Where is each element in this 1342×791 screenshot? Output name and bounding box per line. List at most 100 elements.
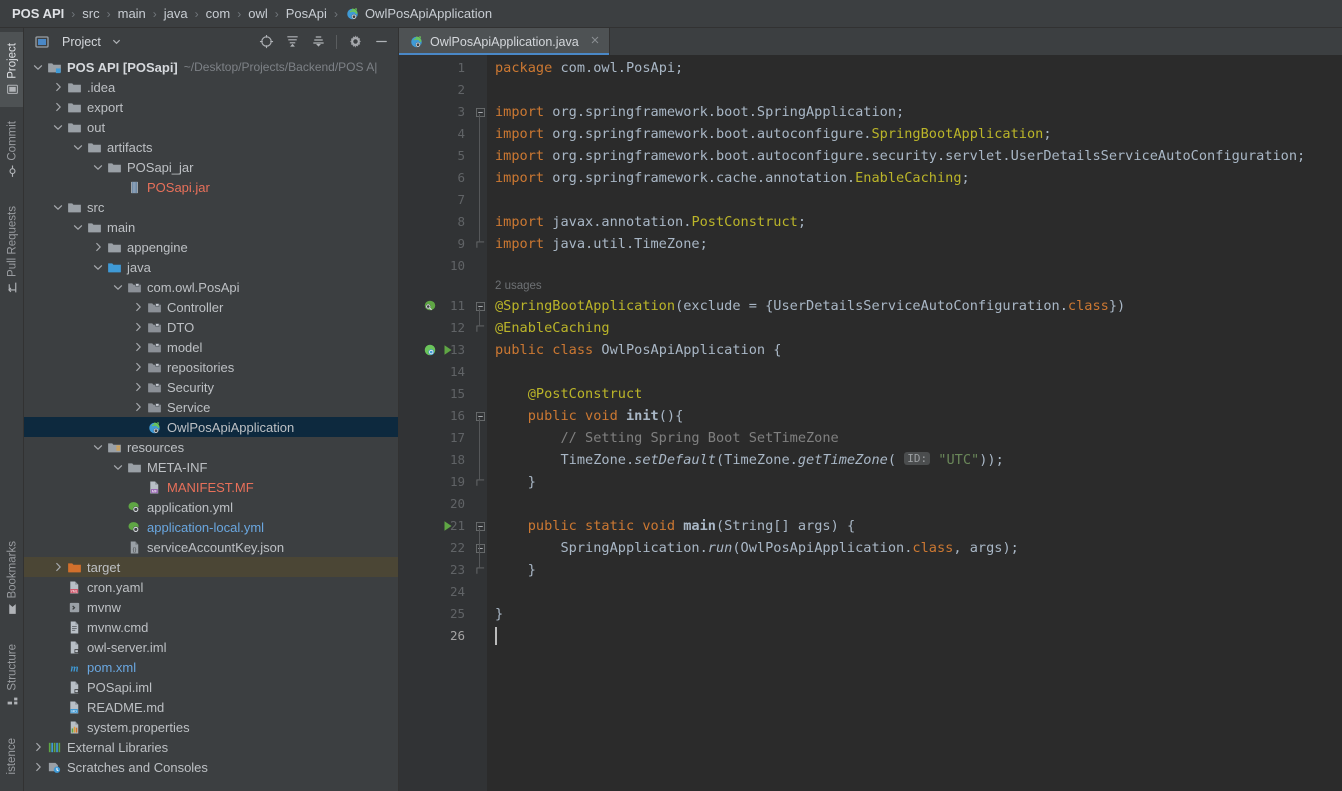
fold-end-marker[interactable] xyxy=(475,471,485,493)
tool-window-button-project[interactable]: Project xyxy=(0,32,23,107)
chevron-down-icon[interactable] xyxy=(112,35,121,49)
fold-gutter[interactable] xyxy=(473,55,487,791)
tree-node-meta-inf[interactable]: META-INF xyxy=(24,457,398,477)
tree-node-com-owl-posapi[interactable]: com.owl.PosApi xyxy=(24,277,398,297)
code-line[interactable]: package com.owl.PosApi; xyxy=(495,57,683,79)
chevron-right-icon[interactable] xyxy=(132,402,143,413)
tree-node-application-yml[interactable]: application.yml xyxy=(24,497,398,517)
chevron-right-icon[interactable] xyxy=(32,742,43,753)
editor-gutter[interactable]: 1 2 3 4 5 6 7 8 9 10 11 12 13 14 15 16 17 18 19 20 21 22 23 24 2… xyxy=(399,55,473,791)
select-opened-file-icon[interactable] xyxy=(258,34,274,50)
breadcrumb-item-src[interactable]: src xyxy=(82,6,99,21)
fold-start-marker[interactable] xyxy=(475,515,485,537)
code-line[interactable]: // Setting Spring Boot SetTimeZone xyxy=(495,427,838,449)
breadcrumb-item-main[interactable]: main xyxy=(118,6,146,21)
code-line[interactable]: @SpringBootApplication(exclude = {UserDe… xyxy=(495,295,1125,317)
chevron-down-icon[interactable] xyxy=(52,122,63,133)
breadcrumb-item-owlposapiapplication[interactable]: OwlPosApiApplication xyxy=(345,6,492,21)
tree-node-target[interactable]: target xyxy=(24,557,398,577)
tree-node-cron-yaml[interactable]: YML cron.yaml xyxy=(24,577,398,597)
tree-node-readme-md[interactable]: MD README.md xyxy=(24,697,398,717)
fold-start-marker[interactable] xyxy=(475,101,485,123)
expand-all-icon[interactable] xyxy=(284,34,300,50)
code-line[interactable]: import org.springframework.boot.SpringAp… xyxy=(495,101,904,123)
chevron-right-icon[interactable] xyxy=(132,342,143,353)
chevron-down-icon[interactable] xyxy=(92,162,103,173)
chevron-down-icon[interactable] xyxy=(32,62,43,73)
chevron-right-icon[interactable] xyxy=(52,562,63,573)
tree-node-pom-xml[interactable]: m pom.xml xyxy=(24,657,398,677)
code-line[interactable]: public class OwlPosApiApplication { xyxy=(495,339,781,361)
fold-start-marker[interactable] xyxy=(475,537,485,559)
code-line[interactable]: SpringApplication.run(OwlPosApiApplicati… xyxy=(495,537,1018,559)
tree-node-scratches-and-consoles[interactable]: Scratches and Consoles xyxy=(24,757,398,777)
minimize-icon[interactable] xyxy=(373,34,389,50)
tree-node-service[interactable]: Service xyxy=(24,397,398,417)
breadcrumb-item-java[interactable]: java xyxy=(164,6,188,21)
fold-start-marker[interactable] xyxy=(475,405,485,427)
tree-node-dto[interactable]: DTO xyxy=(24,317,398,337)
code-line[interactable]: import org.springframework.boot.autoconf… xyxy=(495,145,1305,167)
tree-node-model[interactable]: model xyxy=(24,337,398,357)
chevron-right-icon[interactable] xyxy=(132,322,143,333)
tree-node-owl-server-iml[interactable]: owl-server.iml xyxy=(24,637,398,657)
tree-node-repositories[interactable]: repositories xyxy=(24,357,398,377)
tool-window-button-commit[interactable]: Commit xyxy=(0,115,23,183)
inlay-hint-usages[interactable]: 2 usages xyxy=(495,278,542,294)
breadcrumb-item-posapi[interactable]: PosApi xyxy=(286,6,327,21)
chevron-down-icon[interactable] xyxy=(112,462,123,473)
code-line[interactable]: import org.springframework.cache.annotat… xyxy=(495,167,970,189)
tree-node-artifacts[interactable]: artifacts xyxy=(24,137,398,157)
tree-node-system-properties[interactable]: system.properties xyxy=(24,717,398,737)
run-gutter-icon[interactable] xyxy=(441,519,453,533)
breadcrumb-item-pos-api[interactable]: POS API xyxy=(12,6,64,21)
chevron-right-icon[interactable] xyxy=(132,382,143,393)
code-line[interactable]: TimeZone.setDefault(TimeZone.getTimeZone… xyxy=(495,449,1004,471)
tool-window-button-structure[interactable]: Structure xyxy=(0,631,23,720)
breadcrumb-item-com[interactable]: com xyxy=(206,6,231,21)
tool-window-button-pull-requests[interactable]: Pull Requests xyxy=(0,191,23,308)
tree-node-src[interactable]: src xyxy=(24,197,398,217)
chevron-down-icon[interactable] xyxy=(92,262,103,273)
chevron-down-icon[interactable] xyxy=(72,222,83,233)
run-gutter-icon[interactable] xyxy=(441,343,453,357)
tree-node--idea[interactable]: .idea xyxy=(24,77,398,97)
tree-node-pos-api-posapi-[interactable]: POS API [POSapi] ~/Desktop/Projects/Backe… xyxy=(24,57,398,77)
tree-node-controller[interactable]: Controller xyxy=(24,297,398,317)
chevron-down-icon[interactable] xyxy=(72,142,83,153)
tree-node-external-libraries[interactable]: External Libraries xyxy=(24,737,398,757)
fold-start-marker[interactable] xyxy=(475,295,485,317)
collapse-all-icon[interactable] xyxy=(310,34,326,50)
fold-end-marker[interactable] xyxy=(475,317,485,339)
chevron-right-icon[interactable] xyxy=(132,362,143,373)
tree-node-serviceaccountkey-json[interactable]: {} serviceAccountKey.json xyxy=(24,537,398,557)
code-line[interactable]: public static void main(String[] args) { xyxy=(495,515,855,537)
chevron-right-icon[interactable] xyxy=(52,82,63,93)
tree-node-export[interactable]: export xyxy=(24,97,398,117)
code-editor[interactable]: 1 2 3 4 5 6 7 8 9 10 11 12 13 14 15 16 17 18 19 20 21 22 23 24 2… xyxy=(399,55,1342,791)
code-line[interactable]: } xyxy=(495,471,536,493)
tree-node-mvnw-cmd[interactable]: mvnw.cmd xyxy=(24,617,398,637)
code-line[interactable]: import java.util.TimeZone; xyxy=(495,233,708,255)
spring-boot-icon[interactable] xyxy=(423,343,437,357)
code-line[interactable]: public void init(){ xyxy=(495,405,684,427)
fold-end-marker[interactable] xyxy=(475,233,485,255)
tree-node-resources[interactable]: resources xyxy=(24,437,398,457)
chevron-right-icon[interactable] xyxy=(32,762,43,773)
settings-gear-icon[interactable] xyxy=(347,34,363,50)
tree-node-out[interactable]: out xyxy=(24,117,398,137)
tree-node-mvnw[interactable]: mvnw xyxy=(24,597,398,617)
fold-end-marker[interactable] xyxy=(475,559,485,581)
tree-node-appengine[interactable]: appengine xyxy=(24,237,398,257)
project-tree[interactable]: POS API [POSapi] ~/Desktop/Projects/Backe… xyxy=(24,55,398,791)
editor-tab-owlposapiapplication-java[interactable]: OwlPosApiApplication.java xyxy=(399,28,610,55)
chevron-right-icon[interactable] xyxy=(132,302,143,313)
code-line[interactable]: } xyxy=(495,559,536,581)
code-line[interactable]: import javax.annotation.PostConstruct; xyxy=(495,211,806,233)
tree-node-application-local-yml[interactable]: application-local.yml xyxy=(24,517,398,537)
tree-node-java[interactable]: java xyxy=(24,257,398,277)
tool-window-button-istence[interactable]: istence xyxy=(0,728,23,785)
breadcrumb-item-owl[interactable]: owl xyxy=(248,6,268,21)
code-content[interactable]: 2 usages package com.owl.PosApi; import or… xyxy=(487,55,1342,791)
tree-node-posapi-iml[interactable]: POSapi.iml xyxy=(24,677,398,697)
